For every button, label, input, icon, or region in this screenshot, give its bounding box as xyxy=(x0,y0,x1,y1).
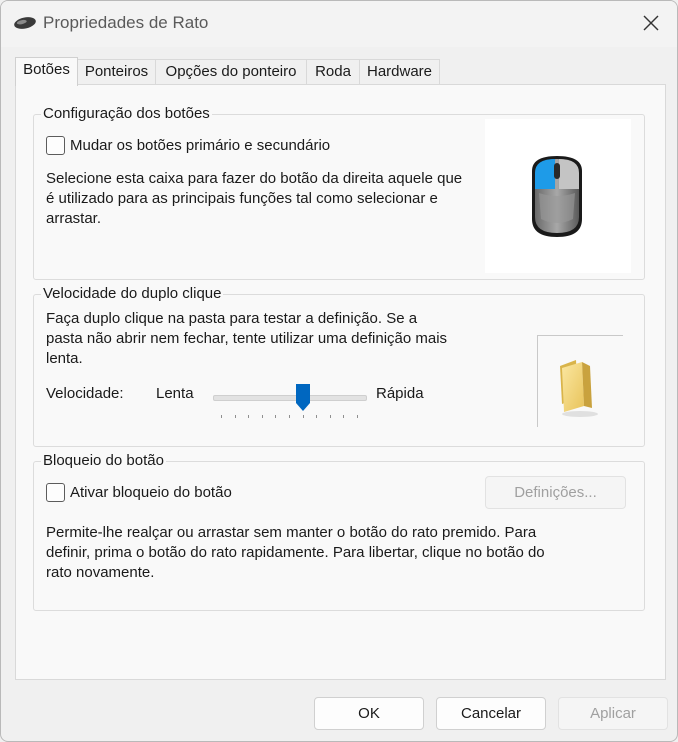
speed-fast-label: Rápida xyxy=(376,385,424,402)
tab-botoes[interactable]: Botões xyxy=(15,57,78,86)
speed-slider-track[interactable] xyxy=(213,395,367,401)
mouse-icon xyxy=(14,17,36,29)
click-lock-label[interactable]: Ativar bloqueio do botão xyxy=(70,484,232,501)
slider-tick xyxy=(302,415,304,418)
speed-slow-label: Lenta xyxy=(156,385,194,402)
folder-icon xyxy=(560,360,598,417)
tab-ponteiros[interactable]: Ponteiros xyxy=(77,59,156,85)
mouse-illustration xyxy=(485,119,631,273)
click-lock-legend: Bloqueio do botão xyxy=(41,452,166,469)
cancel-button[interactable]: Cancelar xyxy=(436,697,546,730)
ok-button[interactable]: OK xyxy=(314,697,424,730)
slider-tick xyxy=(261,415,263,418)
speed-slider-thumb[interactable] xyxy=(295,383,311,413)
tab-panel-botoes: Configuração dos botões Mudar os botões … xyxy=(15,84,666,680)
click-lock-description: Permite-lhe realçar ou arrastar sem mant… xyxy=(46,524,545,581)
swap-buttons-checkbox[interactable] xyxy=(46,136,65,155)
mouse-icon xyxy=(532,156,582,237)
speed-label: Velocidade: xyxy=(46,385,124,402)
slider-tick xyxy=(275,415,277,418)
test-folder[interactable] xyxy=(537,335,623,427)
slider-tick xyxy=(289,415,290,418)
tab-opcoes-do-ponteiro[interactable]: Opções do ponteiro xyxy=(155,59,307,85)
apply-button[interactable]: Aplicar xyxy=(558,697,668,730)
mouse-properties-dialog: Propriedades de Rato Botões Ponteiros Op… xyxy=(0,0,678,742)
tab-hardware[interactable]: Hardware xyxy=(359,59,440,85)
click-lock-settings-button[interactable]: Definições... xyxy=(485,476,626,509)
slider-tick xyxy=(248,415,250,418)
slider-tick xyxy=(316,415,318,418)
click-lock-checkbox[interactable] xyxy=(46,483,65,502)
slider-tick xyxy=(221,415,222,418)
tab-roda[interactable]: Roda xyxy=(306,59,360,85)
double-click-description: Faça duplo clique na pasta para testar a… xyxy=(46,310,448,367)
slider-tick xyxy=(357,415,358,418)
close-icon[interactable] xyxy=(639,11,663,35)
swap-buttons-label[interactable]: Mudar os botões primário e secundário xyxy=(70,137,330,154)
swap-buttons-description: Selecione esta caixa para fazer do botão… xyxy=(46,170,463,227)
slider-tick xyxy=(343,415,345,418)
double-click-legend: Velocidade do duplo clique xyxy=(41,285,224,302)
window-title: Propriedades de Rato xyxy=(43,13,209,32)
title-bar: Propriedades de Rato xyxy=(1,1,677,47)
slider-tick xyxy=(329,415,331,418)
button-config-legend: Configuração dos botões xyxy=(41,105,212,122)
slider-tick xyxy=(234,415,236,418)
